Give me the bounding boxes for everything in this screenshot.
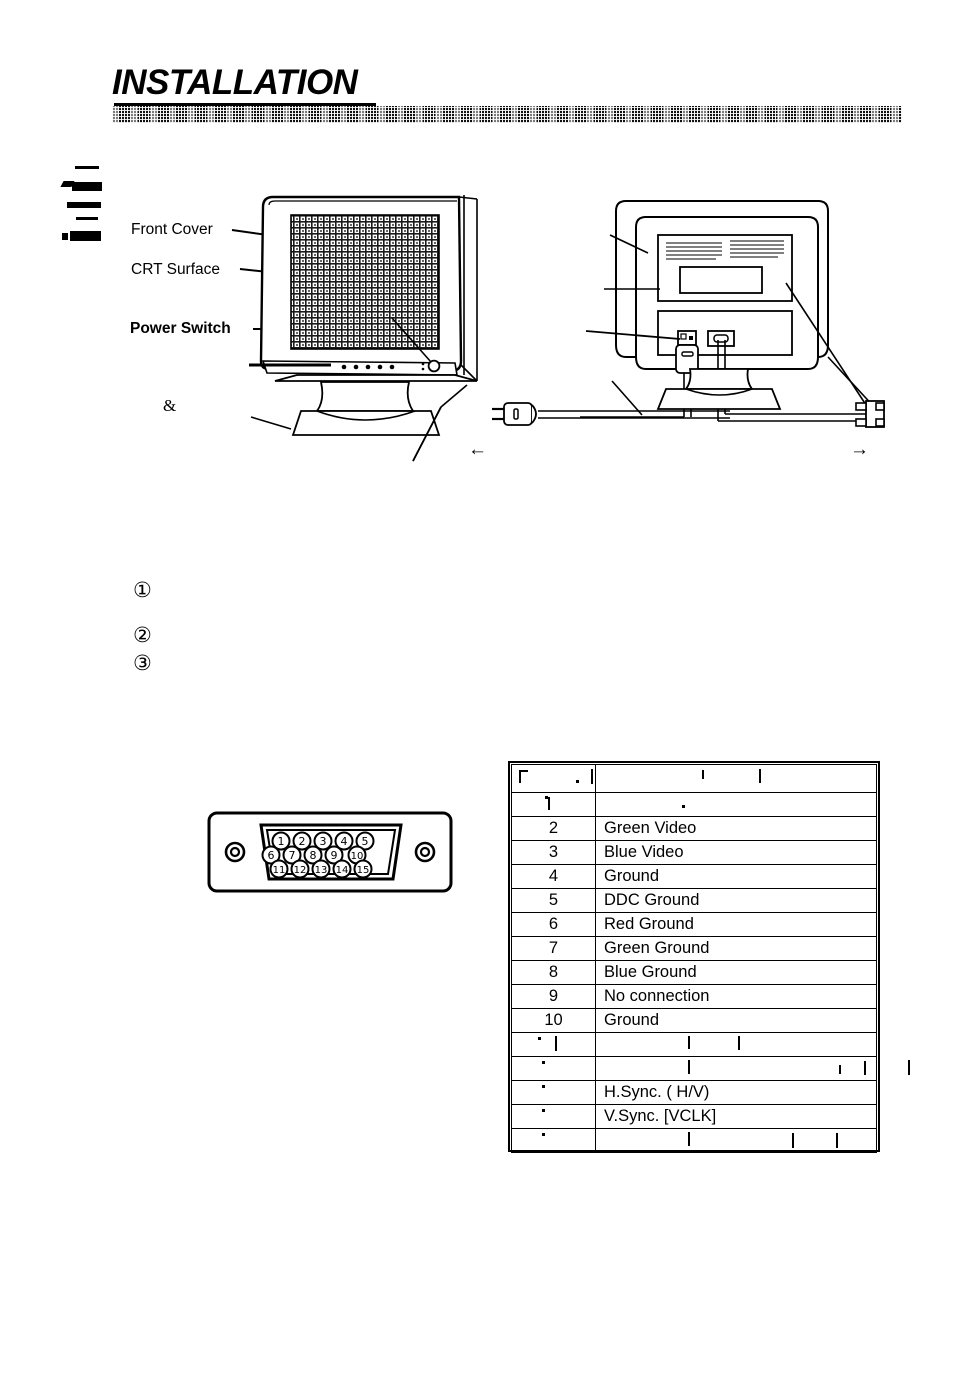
table-row: 6 Red Ground [511,912,877,937]
table-row: 3 Blue Video [511,840,877,865]
callout-label-front-cover: Front Cover [131,221,213,238]
pin-table-header-row [511,764,877,793]
pin-signal-cell: Green Video [595,816,877,841]
pin-number-cell: 2 [511,816,596,841]
pin-number-cell: 5 [511,888,596,913]
table-row: 5 DDC Ground [511,888,877,913]
svg-text:13: 13 [315,865,328,876]
pin-number-cell: 8 [511,960,596,985]
pin-signal-cell [595,1128,877,1153]
svg-text:6: 6 [268,849,275,862]
table-row [511,792,877,817]
svg-text:1: 1 [278,835,285,848]
table-row: 10 Ground [511,1008,877,1033]
pin-signal-cell: V.Sync. [VCLK] [595,1104,877,1129]
pin-signal-cell [595,1032,877,1057]
pin-signal-cell: H.Sync. ( H/V) [595,1080,877,1105]
pin-signal-cell: Ground [595,864,877,889]
table-row: 4 Ground [511,864,877,889]
pin-table-header-pin [511,764,596,793]
table-row: V.Sync. [VCLK] [511,1104,877,1129]
pin-number-cell [511,1104,596,1129]
pin-signal-cell: Blue Ground [595,960,877,985]
scan-artifact-mark [67,202,101,208]
pin-table-body: 2 Green Video 3 Blue Video 4 Ground 5 DDC Gr… [511,764,911,1153]
pin-number-cell [511,1056,596,1081]
table-row [511,1128,877,1153]
svg-text:7: 7 [289,849,296,862]
svg-text:9: 9 [331,849,338,862]
page-title: INSTALLATION [112,63,358,102]
svg-text:12: 12 [294,865,307,876]
pin-signal-cell [595,792,877,817]
pin-signal-cell: Blue Video [595,840,877,865]
scan-artifact-mark [75,166,99,169]
scan-artifact-mark [76,217,98,220]
step-marker-1: ① [133,578,152,602]
callout-label-crt-surface: CRT Surface [131,261,221,278]
table-row [511,1056,911,1081]
pin-signal-cell: DDC Ground [595,888,877,913]
svg-text:5: 5 [362,835,369,848]
step-marker-2: ② [133,623,152,647]
svg-text:8: 8 [310,849,317,862]
svg-text:3: 3 [320,835,327,848]
pin-number-cell: 7 [511,936,596,961]
table-row: 2 Green Video [511,816,877,841]
signal-cable-direction-arrow: → [850,439,869,460]
scan-artifact-mark [70,231,101,241]
table-row [511,1032,877,1057]
pin-number-cell: 9 [511,984,596,1009]
svg-text:2: 2 [299,835,306,848]
table-row: 7 Green Ground [511,936,877,961]
pin-assignment-table: 2 Green Video 3 Blue Video 4 Ground 5 DDC Gr… [511,764,911,1153]
pin-signal-cell: Red Ground [595,912,877,937]
pin-number-cell [511,792,596,817]
svg-text:4: 4 [341,835,348,848]
scan-artifact-mark [72,182,102,191]
ampersand-artifact: & [163,396,177,415]
pin-signal-cell [595,1056,911,1081]
pin-signal-cell: Green Ground [595,936,877,961]
pin-number-cell: 4 [511,864,596,889]
pin-table-header-signal [595,764,877,793]
power-cable-direction-arrow: ← [468,439,487,460]
pin-number-cell: 10 [511,1008,596,1033]
table-row: 9 No connection [511,984,877,1009]
svg-text:15: 15 [357,865,370,876]
svg-text:14: 14 [336,865,349,876]
pin-number-cell [511,1128,596,1153]
pin-number-cell [511,1032,596,1057]
dsub15-connector-figure: 1 2 3 4 5 6 7 8 9 10 11 12 13 14 15 [207,811,453,893]
pin-number-cell [511,1080,596,1105]
table-row: H.Sync. ( H/V) [511,1080,877,1105]
pin-number-cell: 3 [511,840,596,865]
pin-number-cell: 6 [511,912,596,937]
title-halftone-rule [112,106,902,123]
page-header: INSTALLATION [112,64,902,126]
svg-text:11: 11 [273,865,286,876]
pin-signal-cell: No connection [595,984,877,1009]
pin-signal-cell: Ground [595,1008,877,1033]
callout-label-power-switch: Power Switch [130,320,231,337]
manual-page: INSTALLATION Front Cover CRT Surface Pow… [0,0,954,1375]
rear-monitor-figure [580,200,885,428]
scan-artifact-mark [62,233,68,240]
step-marker-3: ③ [133,651,152,675]
table-row: 8 Blue Ground [511,960,877,985]
